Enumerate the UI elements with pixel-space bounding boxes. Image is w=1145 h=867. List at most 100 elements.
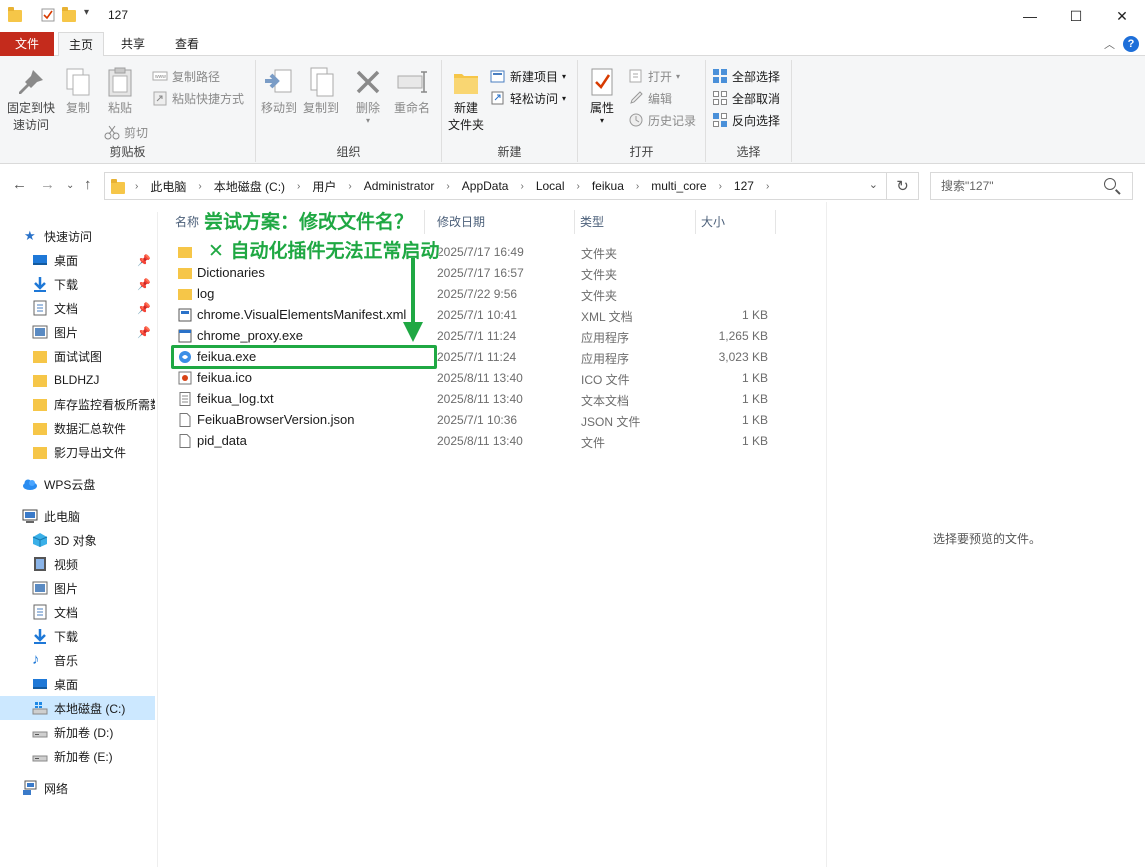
breadcrumb-item[interactable]: AppData bbox=[462, 179, 509, 193]
sidebar-item-documents[interactable]: 文档 📌 bbox=[0, 296, 155, 320]
table-row[interactable]: chrome.VisualElementsManifest.xml 2025/7… bbox=[170, 305, 780, 326]
pin-icon: 📌 bbox=[137, 302, 151, 315]
sidebar-item-videos[interactable]: 视频 bbox=[0, 552, 155, 576]
sidebar-item-drive-e[interactable]: 新加卷 (E:) bbox=[0, 744, 155, 768]
up-arrow-icon[interactable]: ↑ bbox=[84, 176, 92, 193]
sidebar-item-folder[interactable]: 库存监控看板所需数 bbox=[0, 392, 155, 416]
chevron-right-icon[interactable]: › bbox=[198, 181, 201, 192]
help-icon[interactable]: ? bbox=[1123, 36, 1139, 52]
tab-file[interactable]: 文件 bbox=[0, 32, 54, 56]
table-row[interactable]: FeikuaBrowserVersion.json 2025/7/1 10:36… bbox=[170, 410, 780, 431]
breadcrumb-item[interactable]: Administrator bbox=[364, 179, 435, 193]
back-arrow-icon[interactable]: ← bbox=[12, 176, 27, 193]
maximize-button[interactable]: ☐ bbox=[1053, 0, 1099, 32]
select-all-button[interactable]: 全部选择 bbox=[712, 66, 780, 86]
sidebar-item-this-pc[interactable]: 此电脑 bbox=[0, 504, 155, 528]
paste-shortcut-button[interactable]: 粘贴快捷方式 bbox=[152, 88, 244, 108]
sidebar-item-downloads[interactable]: 下载 bbox=[0, 624, 155, 648]
chevron-right-icon[interactable]: › bbox=[520, 181, 523, 192]
chevron-right-icon[interactable]: › bbox=[446, 181, 449, 192]
sidebar-item-folder[interactable]: BLDHZJ bbox=[0, 368, 155, 392]
sidebar-item-folder[interactable]: 影刀导出文件 bbox=[0, 440, 155, 464]
forward-arrow-icon[interactable]: → bbox=[40, 176, 55, 193]
cut-button[interactable]: 剪切 bbox=[104, 122, 148, 142]
sidebar-item-desktop[interactable]: 桌面 bbox=[0, 672, 155, 696]
sidebar-item-documents[interactable]: 文档 bbox=[0, 600, 155, 624]
column-header-modified[interactable]: 修改日期 bbox=[437, 210, 575, 234]
sidebar-item-downloads[interactable]: 下载 📌 bbox=[0, 272, 155, 296]
easy-access-button[interactable]: 轻松访问 ▾ bbox=[490, 88, 566, 108]
sidebar-item-pictures[interactable]: 图片 bbox=[0, 576, 155, 600]
minimize-button[interactable]: — bbox=[1007, 0, 1053, 32]
copy-path-button[interactable]: www 复制路径 bbox=[152, 66, 220, 86]
delete-dropdown-icon[interactable]: ▾ bbox=[366, 117, 370, 125]
table-row[interactable]: Dictionaries 2025/7/17 16:57 文件夹 bbox=[170, 263, 780, 284]
collapse-ribbon-icon[interactable]: ︿ bbox=[1104, 36, 1115, 52]
sidebar-item-folder[interactable]: 数据汇总软件 bbox=[0, 416, 155, 440]
sidebar-item-desktop[interactable]: 桌面 📌 bbox=[0, 248, 155, 272]
search-icon[interactable] bbox=[1104, 178, 1116, 190]
sidebar-item-folder[interactable]: 面试试图 bbox=[0, 344, 155, 368]
open-button[interactable]: 打开 ▾ bbox=[628, 66, 680, 86]
sidebar-item-drive-c[interactable]: 本地磁盘 (C:) bbox=[0, 696, 155, 720]
sidebar-item-network[interactable]: 网络 bbox=[0, 776, 155, 800]
chevron-right-icon[interactable]: › bbox=[719, 181, 722, 192]
customize-toolbar-icon[interactable]: ▾ bbox=[84, 7, 100, 23]
sidebar-item-wps[interactable]: WPS云盘 bbox=[0, 472, 155, 496]
history-button[interactable]: 历史记录 bbox=[628, 110, 696, 130]
table-row[interactable]: chrome_proxy.exe 2025/7/1 11:24 应用程序 1,2… bbox=[170, 326, 780, 347]
properties-dropdown-icon[interactable]: ▾ bbox=[600, 117, 604, 125]
column-header-size[interactable]: 大小 bbox=[701, 210, 776, 234]
table-row[interactable]: feikua_log.txt 2025/8/11 13:40 文本文档 1 KB bbox=[170, 389, 780, 410]
tab-view[interactable]: 查看 bbox=[164, 32, 210, 56]
chevron-right-icon[interactable]: › bbox=[577, 181, 580, 192]
folder-icon bbox=[32, 444, 48, 460]
invert-selection-button[interactable]: 反向选择 bbox=[712, 110, 780, 130]
paste-button[interactable]: 粘贴 bbox=[102, 66, 138, 117]
recent-locations-icon[interactable]: ⌄ bbox=[66, 180, 74, 191]
pin-quick-access-button[interactable]: 固定到快 速访问 bbox=[4, 66, 58, 134]
delete-button[interactable]: 删除 ▾ bbox=[352, 66, 384, 125]
new-folder-button[interactable]: 新建 文件夹 bbox=[446, 66, 486, 134]
breadcrumb-item[interactable]: 此电脑 bbox=[150, 178, 186, 195]
search-input[interactable]: 搜索"127" bbox=[930, 172, 1133, 200]
rename-button[interactable]: 重命名 bbox=[392, 66, 432, 117]
sidebar-item-3d-objects[interactable]: 3D 对象 bbox=[0, 528, 155, 552]
new-item-button[interactable]: 新建项目 ▾ bbox=[490, 66, 566, 86]
close-button[interactable]: ✕ bbox=[1099, 0, 1145, 32]
chevron-down-icon[interactable]: ⌄ bbox=[869, 178, 878, 191]
chevron-right-icon[interactable]: › bbox=[766, 181, 769, 192]
refresh-button[interactable]: ↻ bbox=[887, 172, 919, 200]
help-area: ︿ ? bbox=[1104, 36, 1139, 52]
new-folder-icon[interactable] bbox=[62, 7, 78, 23]
table-row[interactable]: feikua.ico 2025/8/11 13:40 ICO 文件 1 KB bbox=[170, 368, 780, 389]
breadcrumb-item[interactable]: multi_core bbox=[651, 179, 706, 193]
sidebar-item-pictures[interactable]: 图片 📌 bbox=[0, 320, 155, 344]
breadcrumb-item[interactable]: 用户 bbox=[312, 178, 336, 195]
breadcrumb-item[interactable]: feikua bbox=[592, 179, 624, 193]
chevron-right-icon[interactable]: › bbox=[348, 181, 351, 192]
breadcrumb-item[interactable]: 127 bbox=[734, 179, 754, 193]
chevron-right-icon[interactable]: › bbox=[636, 181, 639, 192]
breadcrumb-item[interactable]: 本地磁盘 (C:) bbox=[214, 178, 285, 195]
table-row[interactable]: log 2025/7/22 9:56 文件夹 bbox=[170, 284, 780, 305]
tab-share[interactable]: 共享 bbox=[112, 32, 154, 56]
edit-button[interactable]: 编辑 bbox=[628, 88, 672, 108]
address-bar[interactable]: › 此电脑 › 本地磁盘 (C:) › 用户 › Administrator › App… bbox=[104, 172, 887, 200]
chevron-right-icon[interactable]: › bbox=[297, 181, 300, 192]
open-group-label: 打开 bbox=[629, 145, 654, 159]
properties-button[interactable]: 属性 ▾ bbox=[584, 66, 620, 125]
sidebar-item-music[interactable]: ♪ 音乐 bbox=[0, 648, 155, 672]
select-none-button[interactable]: 全部取消 bbox=[712, 88, 780, 108]
breadcrumb-item[interactable]: Local bbox=[536, 179, 565, 193]
chevron-right-icon[interactable]: › bbox=[135, 181, 138, 192]
copy-to-button[interactable]: 复制到 bbox=[302, 66, 340, 117]
table-row[interactable]: pid_data 2025/8/11 13:40 文件 1 KB bbox=[170, 431, 780, 452]
column-header-type[interactable]: 类型 bbox=[580, 210, 696, 234]
sidebar-item-quick-access[interactable]: ★ 快速访问 bbox=[0, 224, 155, 248]
properties-icon[interactable] bbox=[40, 7, 56, 23]
sidebar-item-drive-d[interactable]: 新加卷 (D:) bbox=[0, 720, 155, 744]
tab-home[interactable]: 主页 bbox=[58, 32, 104, 57]
copy-button[interactable]: 复制 bbox=[62, 66, 94, 117]
move-to-button[interactable]: 移动到 bbox=[260, 66, 298, 117]
